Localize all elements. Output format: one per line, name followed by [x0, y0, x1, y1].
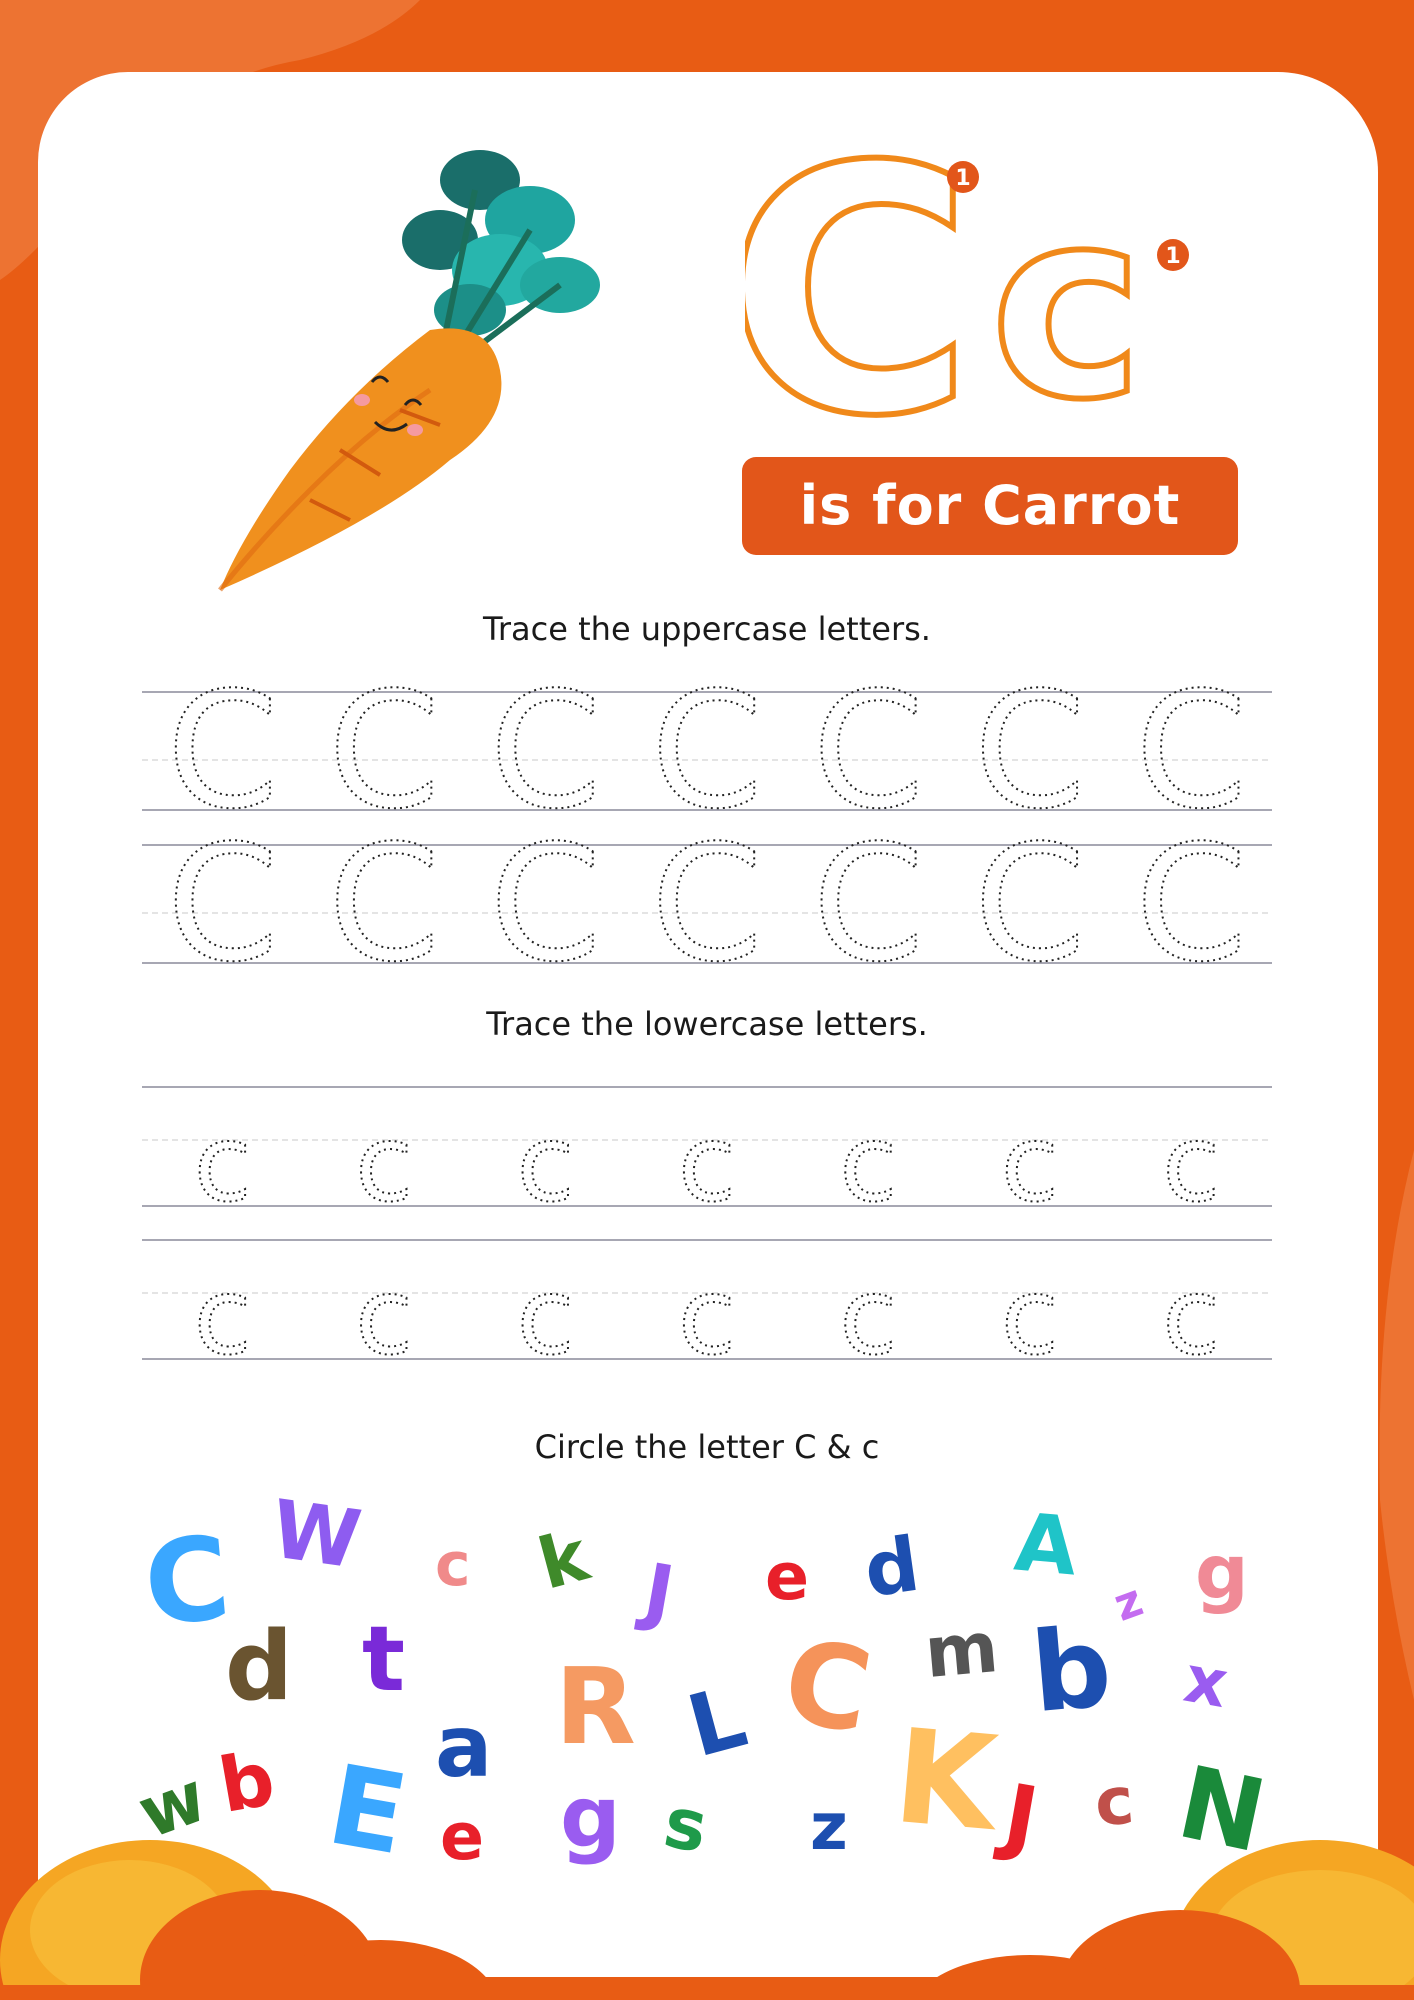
trace-letter-lower: c	[678, 1103, 736, 1225]
trace-letter-lower: c	[517, 1256, 575, 1378]
trace-letter-upper: C	[328, 810, 440, 997]
worksheet-page: C c 1 1 is for Carrot Trace the uppercas…	[0, 0, 1414, 2000]
trace-letter-lower: c	[355, 1103, 413, 1225]
trace-letter-lower: c	[355, 1256, 413, 1378]
trace-letter-lower: c	[1001, 1103, 1059, 1225]
trace-letter-upper: C	[167, 810, 279, 997]
trace-letter-lower: c	[517, 1103, 575, 1225]
trace-letter-lower: c	[678, 1256, 736, 1378]
trace-letter-lower: c	[1001, 1256, 1059, 1378]
trace-letter-lower: c	[1162, 1103, 1220, 1225]
trace-letter-lower: c	[194, 1103, 252, 1225]
tracing-area: C C C C C C CC C C C C C Cc c c c c c cc c c c c c c	[142, 656, 1272, 1379]
trace-letter-lower: c	[840, 1256, 898, 1378]
trace-letter-upper: C	[1135, 810, 1247, 997]
trace-letter-upper: C	[974, 810, 1086, 997]
trace-letter-lower: c	[840, 1103, 898, 1225]
trace-letter-upper: C	[490, 810, 602, 997]
trace-letter-upper: C	[651, 810, 763, 997]
trace-letter-lower: c	[1162, 1256, 1220, 1378]
trace-letter-upper: C	[813, 810, 925, 997]
trace-letter-lower: c	[194, 1256, 252, 1378]
